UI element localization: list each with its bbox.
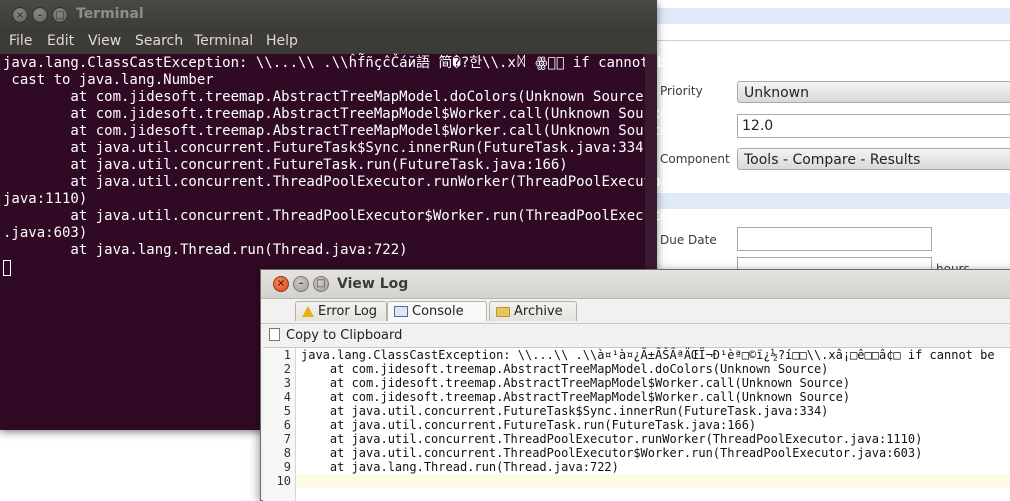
line-number-gutter: 1 2 3 4 5 6 7 8 9 10 (263, 348, 296, 501)
terminal-title: Terminal (76, 6, 144, 22)
log-line: at java.util.concurrent.ThreadPoolExecut… (301, 432, 923, 446)
folder-icon (496, 306, 510, 317)
copy-to-clipboard-label: Copy to Clipboard (286, 328, 403, 343)
line-number: 9 (283, 460, 291, 474)
terminal-line: at java.util.concurrent.ThreadPoolExecut… (3, 174, 678, 190)
component-select[interactable]: Tools - Compare - Results (737, 148, 1010, 170)
terminal-line: at java.util.concurrent.FutureTask.run(F… (3, 157, 568, 173)
line-number: 2 (283, 362, 291, 376)
terminal-line: at java.util.concurrent.FutureTask$Sync.… (3, 140, 653, 156)
tab-error-log-label: Error Log (318, 304, 378, 319)
priority-select[interactable]: Unknown (737, 81, 1010, 103)
menu-terminal[interactable]: Terminal (194, 33, 253, 49)
close-icon[interactable]: × (273, 276, 289, 292)
maximize-icon[interactable]: □ (313, 276, 329, 292)
tab-archive-label: Archive (514, 304, 563, 319)
log-line: at java.lang.Thread.run(Thread.java:722) (301, 460, 619, 474)
terminal-line: java.lang.ClassCastException: \\...\\ .\… (3, 55, 674, 71)
terminal-line: cast to java.lang.Number (3, 72, 214, 88)
log-line: at java.util.concurrent.ThreadPoolExecut… (301, 446, 923, 460)
terminal-line: at com.jidesoft.treemap.AbstractTreeMapM… (3, 89, 653, 105)
log-editor[interactable]: 1 2 3 4 5 6 7 8 9 10 java.lang.ClassCast… (263, 347, 1010, 501)
due-date-field[interactable] (737, 227, 932, 251)
terminal-line: java:1110) (3, 191, 88, 207)
menu-view[interactable]: View (88, 33, 121, 49)
terminal-titlebar[interactable]: × – □ Terminal (0, 0, 657, 30)
line-number: 4 (283, 390, 291, 404)
line-number: 10 (276, 474, 291, 488)
log-line: java.lang.ClassCastException: \\...\\ .\… (301, 348, 995, 362)
form-section-band (650, 193, 1010, 209)
minimize-icon[interactable]: – (32, 7, 48, 23)
line-number: 5 (283, 404, 291, 418)
view-log-titlebar[interactable]: × – □ View Log (261, 270, 1010, 299)
log-line: at com.jidesoft.treemap.AbstractTreeMapM… (301, 362, 829, 376)
log-line: at com.jidesoft.treemap.AbstractTreeMapM… (301, 390, 851, 404)
terminal-line: .java:603) (3, 225, 88, 241)
log-line: at java.util.concurrent.FutureTask.run(F… (301, 418, 757, 432)
close-icon[interactable]: × (12, 7, 28, 23)
clipboard-icon (269, 328, 280, 341)
form-header-band (650, 8, 1010, 24)
menu-help[interactable]: Help (266, 33, 298, 49)
terminal-line: at com.jidesoft.treemap.AbstractTreeMapM… (3, 106, 678, 122)
maximize-icon[interactable]: □ (52, 7, 68, 23)
menu-search[interactable]: Search (135, 33, 183, 49)
terminal-line: at java.util.concurrent.ThreadPoolExecut… (3, 208, 678, 224)
line-number: 3 (283, 376, 291, 390)
priority-label: Priority (660, 84, 703, 98)
terminal-line: at java.lang.Thread.run(Thread.java:722) (3, 242, 408, 258)
menu-edit[interactable]: Edit (47, 33, 74, 49)
due-date-label: Due Date (660, 233, 717, 247)
component-label: Component (660, 152, 730, 166)
tab-console[interactable]: Console (387, 301, 487, 321)
version-field[interactable]: 12.0 (737, 114, 1010, 138)
view-log-window: × – □ View Log Error Log Console Archive… (260, 269, 1010, 501)
log-line: at java.util.concurrent.FutureTask$Sync.… (301, 404, 829, 418)
view-log-tabs: Error Log Console Archive (261, 299, 1010, 323)
log-line: at com.jidesoft.treemap.AbstractTreeMapM… (301, 376, 851, 390)
copy-to-clipboard-button[interactable]: Copy to Clipboard (269, 328, 402, 343)
warning-icon (302, 306, 314, 317)
current-line-highlight (296, 474, 1010, 488)
view-log-title: View Log (337, 276, 409, 292)
tab-console-label: Console (412, 304, 464, 319)
line-number: 1 (283, 348, 291, 362)
menu-file[interactable]: File (9, 33, 32, 49)
tab-archive[interactable]: Archive (489, 301, 577, 321)
tab-error-log[interactable]: Error Log (295, 301, 387, 321)
console-icon (394, 306, 408, 317)
view-log-toolbar: Copy to Clipboard (261, 323, 1010, 348)
minimize-icon[interactable]: – (293, 276, 309, 292)
line-number: 8 (283, 446, 291, 460)
form-divider (650, 40, 1010, 41)
terminal-line: at com.jidesoft.treemap.AbstractTreeMapM… (3, 123, 678, 139)
terminal-cursor (3, 260, 11, 276)
line-number: 6 (283, 418, 291, 432)
terminal-menubar: File Edit View Search Terminal Help (0, 30, 657, 54)
line-number: 7 (283, 432, 291, 446)
